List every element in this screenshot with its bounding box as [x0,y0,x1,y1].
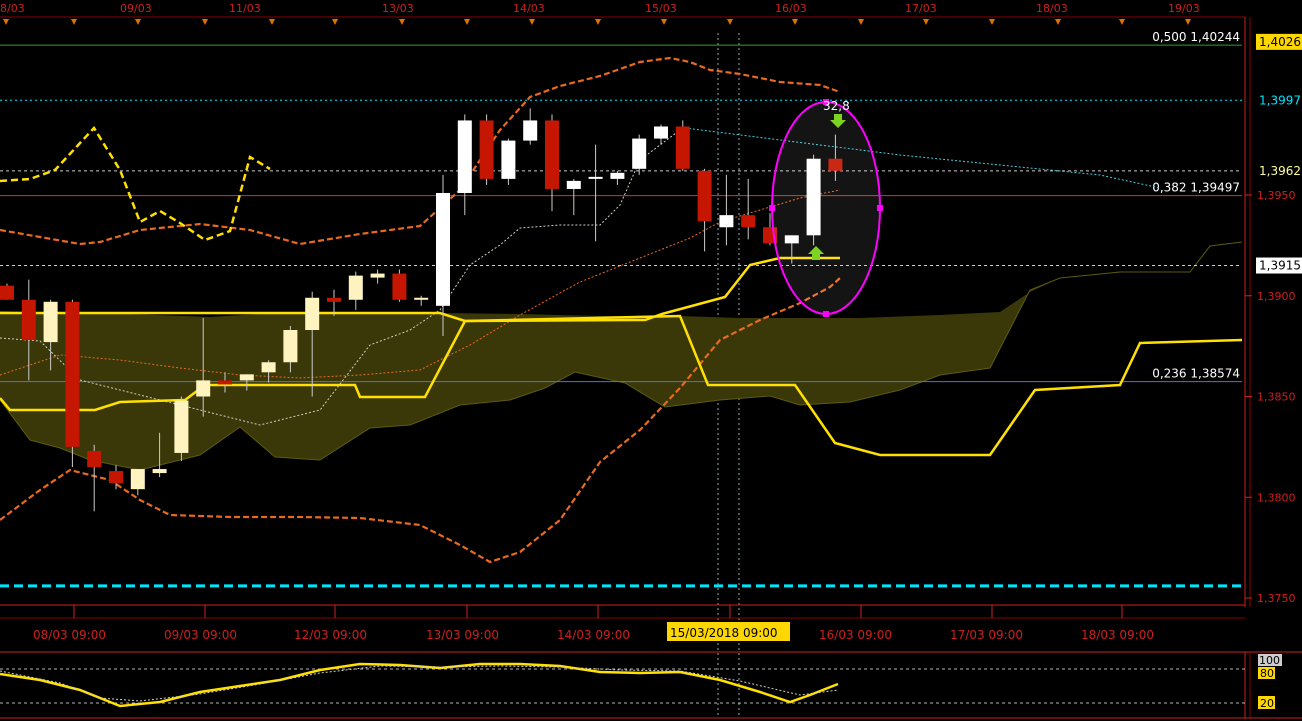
ellipse-handle [769,205,775,211]
annotation-label: 32,8 [823,99,850,113]
candle-body [283,330,298,363]
candle-body [43,301,58,343]
candle-body [566,180,581,189]
candle [632,134,647,175]
top-date-label: 15/03 [645,2,677,15]
candle-body [348,275,363,300]
candle-body [174,400,189,453]
price-badge-label: 1,3962 [1259,164,1301,178]
time-label: 12/03 09:00 [294,628,367,642]
top-date-label: 8/03 [0,2,25,15]
candle-body [457,120,472,193]
candle-body [414,297,429,300]
ellipse-handle [823,311,829,317]
candle-body [719,215,734,228]
fib-level-label: 0,382 1,39497 [1152,181,1240,195]
ellipse-handle [877,205,883,211]
candle-body [632,138,647,169]
time-label: 16/03 09:00 [819,628,892,642]
candle [65,299,80,468]
candle-body [370,273,385,278]
price-tick-label: 1,3950 [1257,189,1296,202]
candle-body [523,120,538,141]
time-label-highlighted: 15/03/2018 09:00 [670,626,778,640]
candle-body [65,301,80,447]
time-label: 13/03 09:00 [426,628,499,642]
price-tick-label: 1,3800 [1257,491,1296,504]
fib-level-label: 0,500 1,40244 [1152,30,1240,44]
price-tick-label: 1,3750 [1257,592,1296,605]
candle [392,269,407,302]
price-badge-label: 1,3997 [1259,93,1301,107]
candle [174,396,189,461]
candle-body [545,120,559,189]
candle-body [654,126,668,139]
candle [675,120,690,171]
candle-body [479,120,494,179]
top-date-label: 16/03 [775,2,807,15]
candle-body [675,126,690,169]
candle-body [130,469,145,490]
top-date-label: 17/03 [905,2,937,15]
top-date-label: 13/03 [382,2,414,15]
time-label: 14/03 09:00 [557,628,630,642]
candle-body [0,285,14,300]
osc-tick-100: 100 [1259,654,1280,667]
candle-body [305,297,320,331]
candle [501,138,516,185]
price-tick-label: 1,3900 [1257,290,1296,303]
candle-body [327,297,341,302]
candle-body [392,273,407,300]
candle-body [501,140,516,179]
price-badge-label: 1,3915 [1259,259,1301,273]
top-date-label: 19/03 [1168,2,1200,15]
top-date-label: 09/03 [120,2,152,15]
time-label: 18/03 09:00 [1081,628,1154,642]
fib-level-label: 0,236 1,38574 [1152,367,1240,381]
time-label: 09/03 09:00 [164,628,237,642]
candle-body [610,172,625,179]
candle-body [741,215,756,228]
candle-body [21,299,36,341]
candle-body [697,170,712,222]
price-badge-label: 1,4026 [1259,35,1301,49]
top-date-label: 11/03 [229,2,261,15]
top-date-label: 18/03 [1036,2,1068,15]
time-label: 08/03 09:00 [33,628,106,642]
candle-body [152,469,167,474]
chart-canvas[interactable]: 8/03 09/03 11/03 13/03 14/03 15/03 16/03… [0,0,1302,721]
candle-body [239,374,254,381]
candle-body [196,380,211,397]
candle [479,114,494,185]
osc-tick-80: 80 [1260,667,1274,680]
candle-body [261,362,276,373]
time-label: 17/03 09:00 [950,628,1023,642]
osc-tick-20: 20 [1260,697,1274,710]
candle-body [109,471,123,484]
top-date-label: 14/03 [513,2,545,15]
candle [0,283,14,300]
candle-body [218,380,232,385]
candle-body [436,192,450,306]
highlight-ellipse [771,101,881,315]
candle-body [588,176,603,179]
price-tick-label: 1,3850 [1257,391,1296,404]
candle-body [87,450,102,468]
